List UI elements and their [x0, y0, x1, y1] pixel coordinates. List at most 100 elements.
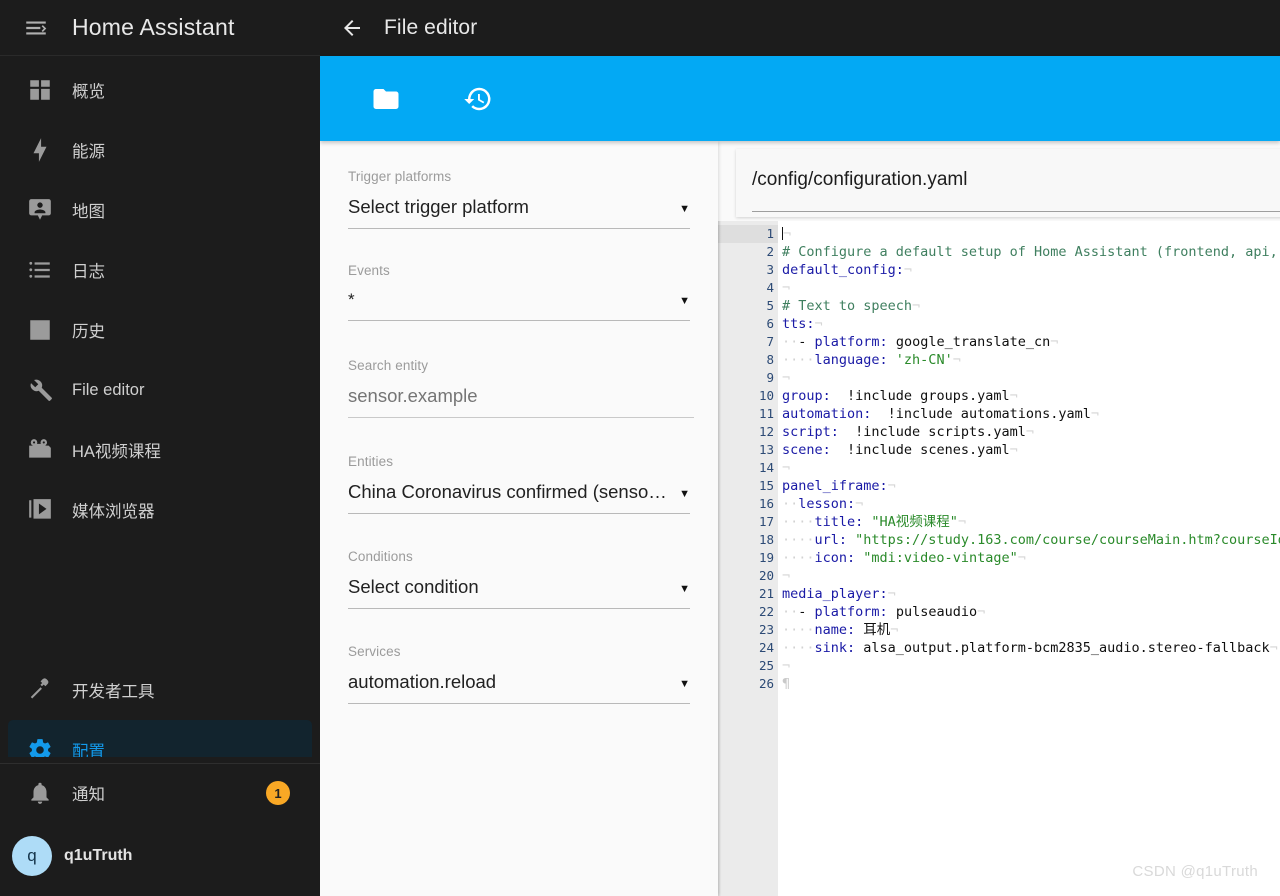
code-token: "mdi:video-vintage" [855, 550, 1018, 566]
arrow-left-icon[interactable] [320, 0, 384, 56]
line-number: 16 [758, 496, 774, 511]
code-line: ¬ [782, 459, 1280, 477]
code-token: ¬ [957, 514, 967, 530]
events-select[interactable]: * ▼ [348, 290, 690, 321]
code-token: ¬ [887, 586, 896, 602]
gutter-line[interactable]: 15 [718, 477, 790, 495]
gutter-line[interactable]: 16 [718, 495, 790, 513]
gutter-line[interactable]: 6 [718, 315, 790, 333]
gutter-line[interactable]: 3 [718, 261, 778, 279]
gutter-line[interactable]: 13 [718, 441, 778, 459]
code-token: ¬ [783, 226, 792, 242]
code-token: ···· [782, 514, 815, 530]
gutter-line[interactable]: 22 [718, 603, 790, 621]
code-token: ¬ [782, 658, 791, 674]
select-value: Select trigger platform [348, 196, 529, 217]
gutter-line[interactable]: 11 [718, 405, 778, 423]
gutter-line[interactable]: 19 [718, 549, 778, 567]
search-entity-input[interactable] [348, 385, 694, 418]
code-token: ¬ [782, 370, 791, 386]
services-select[interactable]: automation.reload ▼ [348, 671, 690, 704]
select-value: China Coronavirus confirmed (sensor. ... [348, 481, 672, 502]
gutter-line[interactable]: 24 [718, 639, 778, 657]
line-number: 24 [758, 640, 774, 655]
top-app-bar: File editor [320, 0, 1280, 56]
sidebar-item-configuration[interactable]: 配置 [8, 720, 312, 758]
video-vintage-icon [8, 437, 72, 463]
gutter-line[interactable]: 26 [718, 675, 778, 693]
field-search-entity: Search entity [348, 358, 694, 418]
line-number: 15 [758, 478, 774, 493]
sidebar-item-overview[interactable]: 概览 [8, 60, 312, 120]
gutter-line[interactable]: 23 [718, 621, 778, 639]
gutter-line[interactable]: 20 [718, 567, 778, 585]
sidebar-item-label: 历史 [72, 323, 105, 341]
file-path-text[interactable]: /config/configuration.yaml [736, 149, 1280, 191]
cog-icon [8, 737, 72, 758]
gutter-line[interactable]: 4 [718, 279, 778, 297]
gutter-line[interactable]: 2 [718, 243, 778, 261]
code-area[interactable]: ¬ # Configure a default setup of Home Ass… [778, 221, 1280, 896]
code-token: tts: [782, 316, 815, 332]
sidebar-item-logbook[interactable]: 日志 [8, 240, 312, 300]
line-number: 7 [766, 334, 774, 349]
history-icon[interactable] [454, 75, 502, 123]
gutter-line[interactable]: 5 [718, 297, 778, 315]
gutter-line[interactable]: 8 [718, 351, 778, 369]
chart-box-icon [8, 317, 72, 343]
code-token: ¬ [1090, 406, 1099, 422]
code-token: ···· [782, 640, 815, 656]
menu-collapse-icon[interactable] [0, 0, 72, 56]
sidebar-item-ha-video-course[interactable]: HA视频课程 [8, 420, 312, 480]
code-token: automation: [782, 406, 872, 422]
sidebar-item-history[interactable]: 历史 [8, 300, 312, 360]
trigger-platform-select[interactable]: Select trigger platform ▼ [348, 196, 690, 229]
code-token: !include scenes.yaml [830, 442, 1010, 458]
gutter-line[interactable]: 25 [718, 657, 778, 675]
line-number: 10 [758, 388, 774, 403]
home-assistant-app: Home Assistant 概览 能源 地图 日志 历史 File edito… [0, 0, 1280, 896]
sidebar-item-label: HA视频课程 [72, 443, 161, 461]
gutter-line[interactable]: 18 [718, 531, 778, 549]
sidebar-item-label: 能源 [72, 143, 105, 161]
conditions-select[interactable]: Select condition ▼ [348, 576, 690, 609]
line-number: 8 [766, 352, 774, 367]
gutter-line[interactable]: 21 [718, 585, 790, 603]
chevron-down-icon: ▼ [679, 678, 690, 690]
sidebar-item-energy[interactable]: 能源 [8, 120, 312, 180]
sidebar-item-user-profile[interactable]: q q1uTruth [0, 822, 320, 890]
code-token: ¬ [814, 316, 823, 332]
sidebar-item-file-editor[interactable]: File editor [8, 360, 312, 420]
code-line: ¶ [782, 675, 1280, 693]
gutter-line[interactable]: 9 [718, 369, 778, 387]
chevron-down-icon: ▼ [679, 488, 690, 500]
sidebar-item-notifications[interactable]: 通知 1 [8, 764, 312, 822]
codemirror-editor[interactable]: 1 2 3 4 5 6 7 8 9 10 11 12 13 14 15 16 17 18 19 20 21 22 23 24 2… [718, 221, 1280, 896]
gutter-line[interactable]: 17 [718, 513, 778, 531]
code-line: ····title: "HA视频课程"¬ [782, 513, 1280, 531]
gutter-line[interactable]: 12 [718, 423, 778, 441]
code-token: "https://study.163.com/course/courseMain… [847, 532, 1280, 548]
code-editor-region: /config/configuration.yaml 1 2 3 4 5 6 7 8 9 10 11… [718, 141, 1280, 896]
code-token: name: [814, 622, 856, 638]
gutter-line[interactable]: 14 [718, 459, 778, 477]
entities-select[interactable]: China Coronavirus confirmed (sensor. ...… [348, 481, 690, 514]
code-token: ¬ [952, 352, 961, 368]
code-line: ¬ [782, 657, 1280, 675]
file-path-card: /config/configuration.yaml [736, 149, 1280, 217]
sidebar-item-map[interactable]: 地图 [8, 180, 312, 240]
field-services: Services automation.reload ▼ [348, 644, 690, 704]
code-line: media_player:¬ [782, 585, 1280, 603]
gutter-line[interactable]: 7 [718, 333, 790, 351]
code-token: ·· [782, 334, 799, 350]
line-number-gutter: 1 2 3 4 5 6 7 8 9 10 11 12 13 14 15 16 17 18 19 20 21 22 23 24 2… [718, 221, 790, 896]
field-label: Events [348, 263, 390, 278]
code-token: platform: [814, 604, 888, 620]
gutter-line[interactable]: 1 [718, 225, 778, 243]
sidebar-item-developer-tools[interactable]: 开发者工具 [8, 660, 312, 720]
folder-icon[interactable] [362, 75, 410, 123]
gutter-line[interactable]: 10 [718, 387, 778, 405]
sidebar-item-media-browser[interactable]: 媒体浏览器 [8, 480, 312, 540]
code-token: # Configure a default setup of Home Assi… [782, 244, 1280, 260]
format-list-bulleted-icon [8, 257, 72, 283]
